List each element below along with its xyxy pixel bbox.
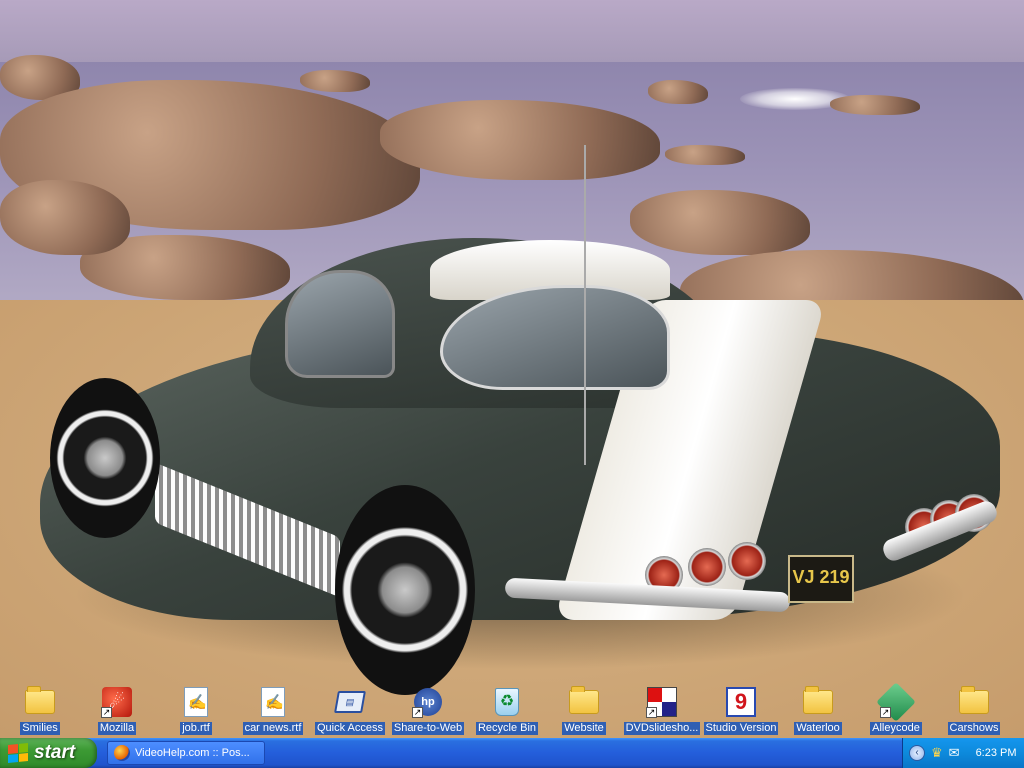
folder-icon bbox=[25, 686, 55, 714]
desktop-icon-smilies[interactable]: Smilies bbox=[18, 686, 62, 735]
desktop-icon-label: DVDslidesho... bbox=[623, 722, 701, 735]
desktop-icon-label: car news.rtf bbox=[242, 722, 304, 735]
car-front-wheel bbox=[50, 378, 160, 538]
taskbar: start VideoHelp.com :: Pos... ‹ ♛ ✉ 6:23… bbox=[0, 738, 1024, 768]
shortcut-arrow-icon: ↗ bbox=[646, 707, 657, 718]
desktop-icon-label: Waterloo bbox=[794, 722, 842, 735]
system-tray: ‹ ♛ ✉ 6:23 PM bbox=[902, 738, 1024, 768]
desktop-icon-label: job.rtf bbox=[180, 722, 212, 735]
wallpaper-rock bbox=[300, 70, 370, 92]
desktop-wallpaper: VJ 219 bbox=[0, 0, 1024, 738]
desktop-icon-website[interactable]: Website bbox=[560, 686, 608, 735]
taskbar-button-label: VideoHelp.com :: Pos... bbox=[135, 747, 250, 759]
desktop-icon-label: Website bbox=[562, 722, 606, 735]
desktop-icon-share-to-web[interactable]: hp ↗ Share-to-Web bbox=[390, 686, 466, 735]
quick-access-icon: ▤ bbox=[334, 691, 366, 713]
desktop-icon-label: Quick Access bbox=[314, 722, 386, 735]
desktop-icon-recycle-bin[interactable]: ♻ Recycle Bin bbox=[474, 686, 540, 735]
studio-version-icon: 9 bbox=[726, 687, 756, 717]
mail-icon[interactable]: ✉ bbox=[949, 745, 960, 761]
desktop-icon-label: Share-to-Web bbox=[391, 722, 465, 735]
desktop-icon-mozilla[interactable]: ☄ ↗ Mozilla bbox=[92, 686, 142, 735]
start-button[interactable]: start bbox=[0, 738, 97, 768]
windows-logo-icon bbox=[8, 742, 28, 764]
desktop-icon-studio-version[interactable]: 9 Studio Version bbox=[702, 686, 780, 735]
desktop-icon-label: Mozilla bbox=[97, 722, 137, 735]
start-label: start bbox=[34, 742, 76, 763]
car-side-window bbox=[285, 270, 395, 378]
desktop-icon-waterloo[interactable]: Waterloo bbox=[792, 686, 844, 735]
shortcut-arrow-icon: ↗ bbox=[101, 707, 112, 718]
desktop-icon-carshows[interactable]: Carshows bbox=[946, 686, 1002, 735]
desktop-icon-label: Smilies bbox=[20, 722, 60, 735]
desktop-icon-label: Studio Version bbox=[703, 722, 779, 735]
taskbar-button-videohelp[interactable]: VideoHelp.com :: Pos... bbox=[107, 741, 265, 765]
recycle-bin-icon: ♻ bbox=[495, 688, 519, 716]
firefox-icon bbox=[114, 745, 130, 761]
clock[interactable]: 6:23 PM bbox=[976, 747, 1017, 759]
desktop-icon-alleycode[interactable]: ↗ Alleycode bbox=[864, 682, 928, 735]
car-taillight bbox=[728, 542, 766, 580]
folder-icon bbox=[959, 686, 989, 714]
desktop-icon-quick-access[interactable]: ▤ Quick Access bbox=[314, 686, 386, 735]
rtf-document-icon bbox=[184, 687, 208, 717]
folder-icon bbox=[803, 686, 833, 714]
desktop-icon-label: Alleycode bbox=[870, 722, 922, 735]
rtf-document-icon bbox=[261, 687, 285, 717]
car-rear-wheel bbox=[335, 485, 475, 695]
car-license-plate: VJ 219 bbox=[788, 555, 854, 603]
wallpaper-rock bbox=[648, 80, 708, 104]
desktop-icon-dvdslideshow[interactable]: ↗ DVDslidesho... bbox=[620, 686, 704, 735]
show-hidden-icons-button[interactable]: ‹ bbox=[909, 745, 925, 761]
shortcut-arrow-icon: ↗ bbox=[880, 707, 891, 718]
desktop-icon-label: Recycle Bin bbox=[475, 722, 539, 735]
car-taillight bbox=[688, 548, 726, 586]
desktop-icon-label: Carshows bbox=[947, 722, 1001, 735]
folder-icon bbox=[569, 686, 599, 714]
shortcut-arrow-icon: ↗ bbox=[412, 707, 423, 718]
desktop-icon-car-news-rtf[interactable]: car news.rtf bbox=[238, 686, 308, 735]
wallpaper-rock bbox=[830, 95, 920, 115]
car-antenna bbox=[584, 145, 586, 465]
desktop-icon-job-rtf[interactable]: job.rtf bbox=[172, 686, 220, 735]
security-alert-icon[interactable]: ♛ bbox=[931, 745, 943, 761]
wallpaper-rock bbox=[665, 145, 745, 165]
